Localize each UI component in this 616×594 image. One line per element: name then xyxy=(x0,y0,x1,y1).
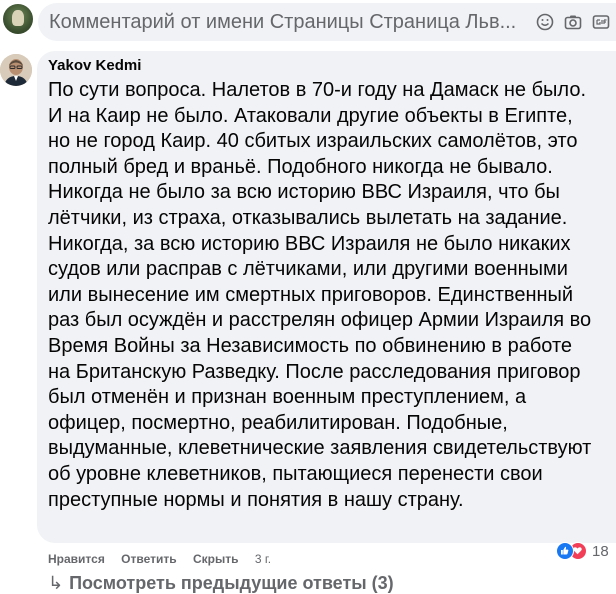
comment-line: И на Каир не было. Атаковали другие объе… xyxy=(48,104,573,127)
view-previous-replies[interactable]: ↳ Посмотреть предыдущие ответы (3) xyxy=(48,573,394,594)
comment-actions: Нравится Ответить Скрыть 3 г. xyxy=(48,552,284,566)
comment-line: об уровне клеветников, пытающиеся перене… xyxy=(48,462,543,485)
hide-link[interactable]: Скрыть xyxy=(193,552,239,566)
camera-icon[interactable] xyxy=(564,13,582,31)
comment-line: офицер, посмертно, реабилитирован. Подоб… xyxy=(48,411,508,434)
comment-line: на Британскую Разведку. После расследова… xyxy=(48,360,581,383)
page-avatar[interactable] xyxy=(3,4,33,34)
reactions-summary[interactable]: 18 xyxy=(556,541,609,561)
comment-line: судов или расправ с лётчиками, или други… xyxy=(48,258,568,281)
gif-icon[interactable] xyxy=(592,13,610,31)
comment-line: или вынесение им смертных приговоров. Ед… xyxy=(48,283,574,306)
comment-timestamp[interactable]: 3 г. xyxy=(255,552,271,566)
comment-text: По сути вопроса. Налетов в 70-и году на … xyxy=(48,78,614,513)
reply-link[interactable]: Ответить xyxy=(121,552,176,566)
person-portrait-icon xyxy=(0,54,32,86)
comment-author[interactable]: Yakov Kedmi xyxy=(48,57,141,74)
comment-line: Время Войны за Независимость по обвинени… xyxy=(48,334,573,357)
comment-bubble: Yakov Kedmi По сути вопроса. Налетов в 7… xyxy=(37,51,616,543)
like-link[interactable]: Нравится xyxy=(48,552,105,566)
like-icon xyxy=(556,542,574,560)
comment-input[interactable]: Комментарий от имени Страницы Страница Л… xyxy=(38,3,616,41)
comment-input-placeholder: Комментарий от имени Страницы Страница Л… xyxy=(49,11,517,33)
comment-line: но не город Каир. 40 сбитых израильских … xyxy=(48,130,578,153)
comment-line: По сути вопроса. Налетов в 70-и году на … xyxy=(48,79,586,101)
lion-logo-icon xyxy=(12,10,24,26)
comment-line: был отменён и признан военным преступлен… xyxy=(48,386,527,409)
emoji-icon[interactable] xyxy=(536,13,554,31)
comment-line: Никогда не было за всю историю ВВС Израи… xyxy=(48,181,560,204)
comment-line: лётчики, из страха, отказывались вылетат… xyxy=(48,206,568,229)
view-previous-replies-label: Посмотреть предыдущие ответы (3) xyxy=(69,573,394,593)
comment-composer: Комментарий от имени Страницы Страница Л… xyxy=(0,0,616,46)
comment-line: раз был осуждён и расстрелян офицер Арми… xyxy=(48,309,592,332)
comment-line: полный бред и враньё. Подобного никогда … xyxy=(48,155,553,178)
author-avatar[interactable] xyxy=(0,54,32,86)
composer-icons xyxy=(536,13,610,31)
reaction-count: 18 xyxy=(592,542,609,560)
comment-line: Никогда, за всю историю ВВС Израиля не б… xyxy=(48,232,571,255)
comment-line: преступные нормы и понятия в нашу страну… xyxy=(48,488,464,511)
comment-line: выдуманные, клеветнические заявления сви… xyxy=(48,437,592,460)
reply-arrow-icon: ↳ xyxy=(48,573,64,593)
